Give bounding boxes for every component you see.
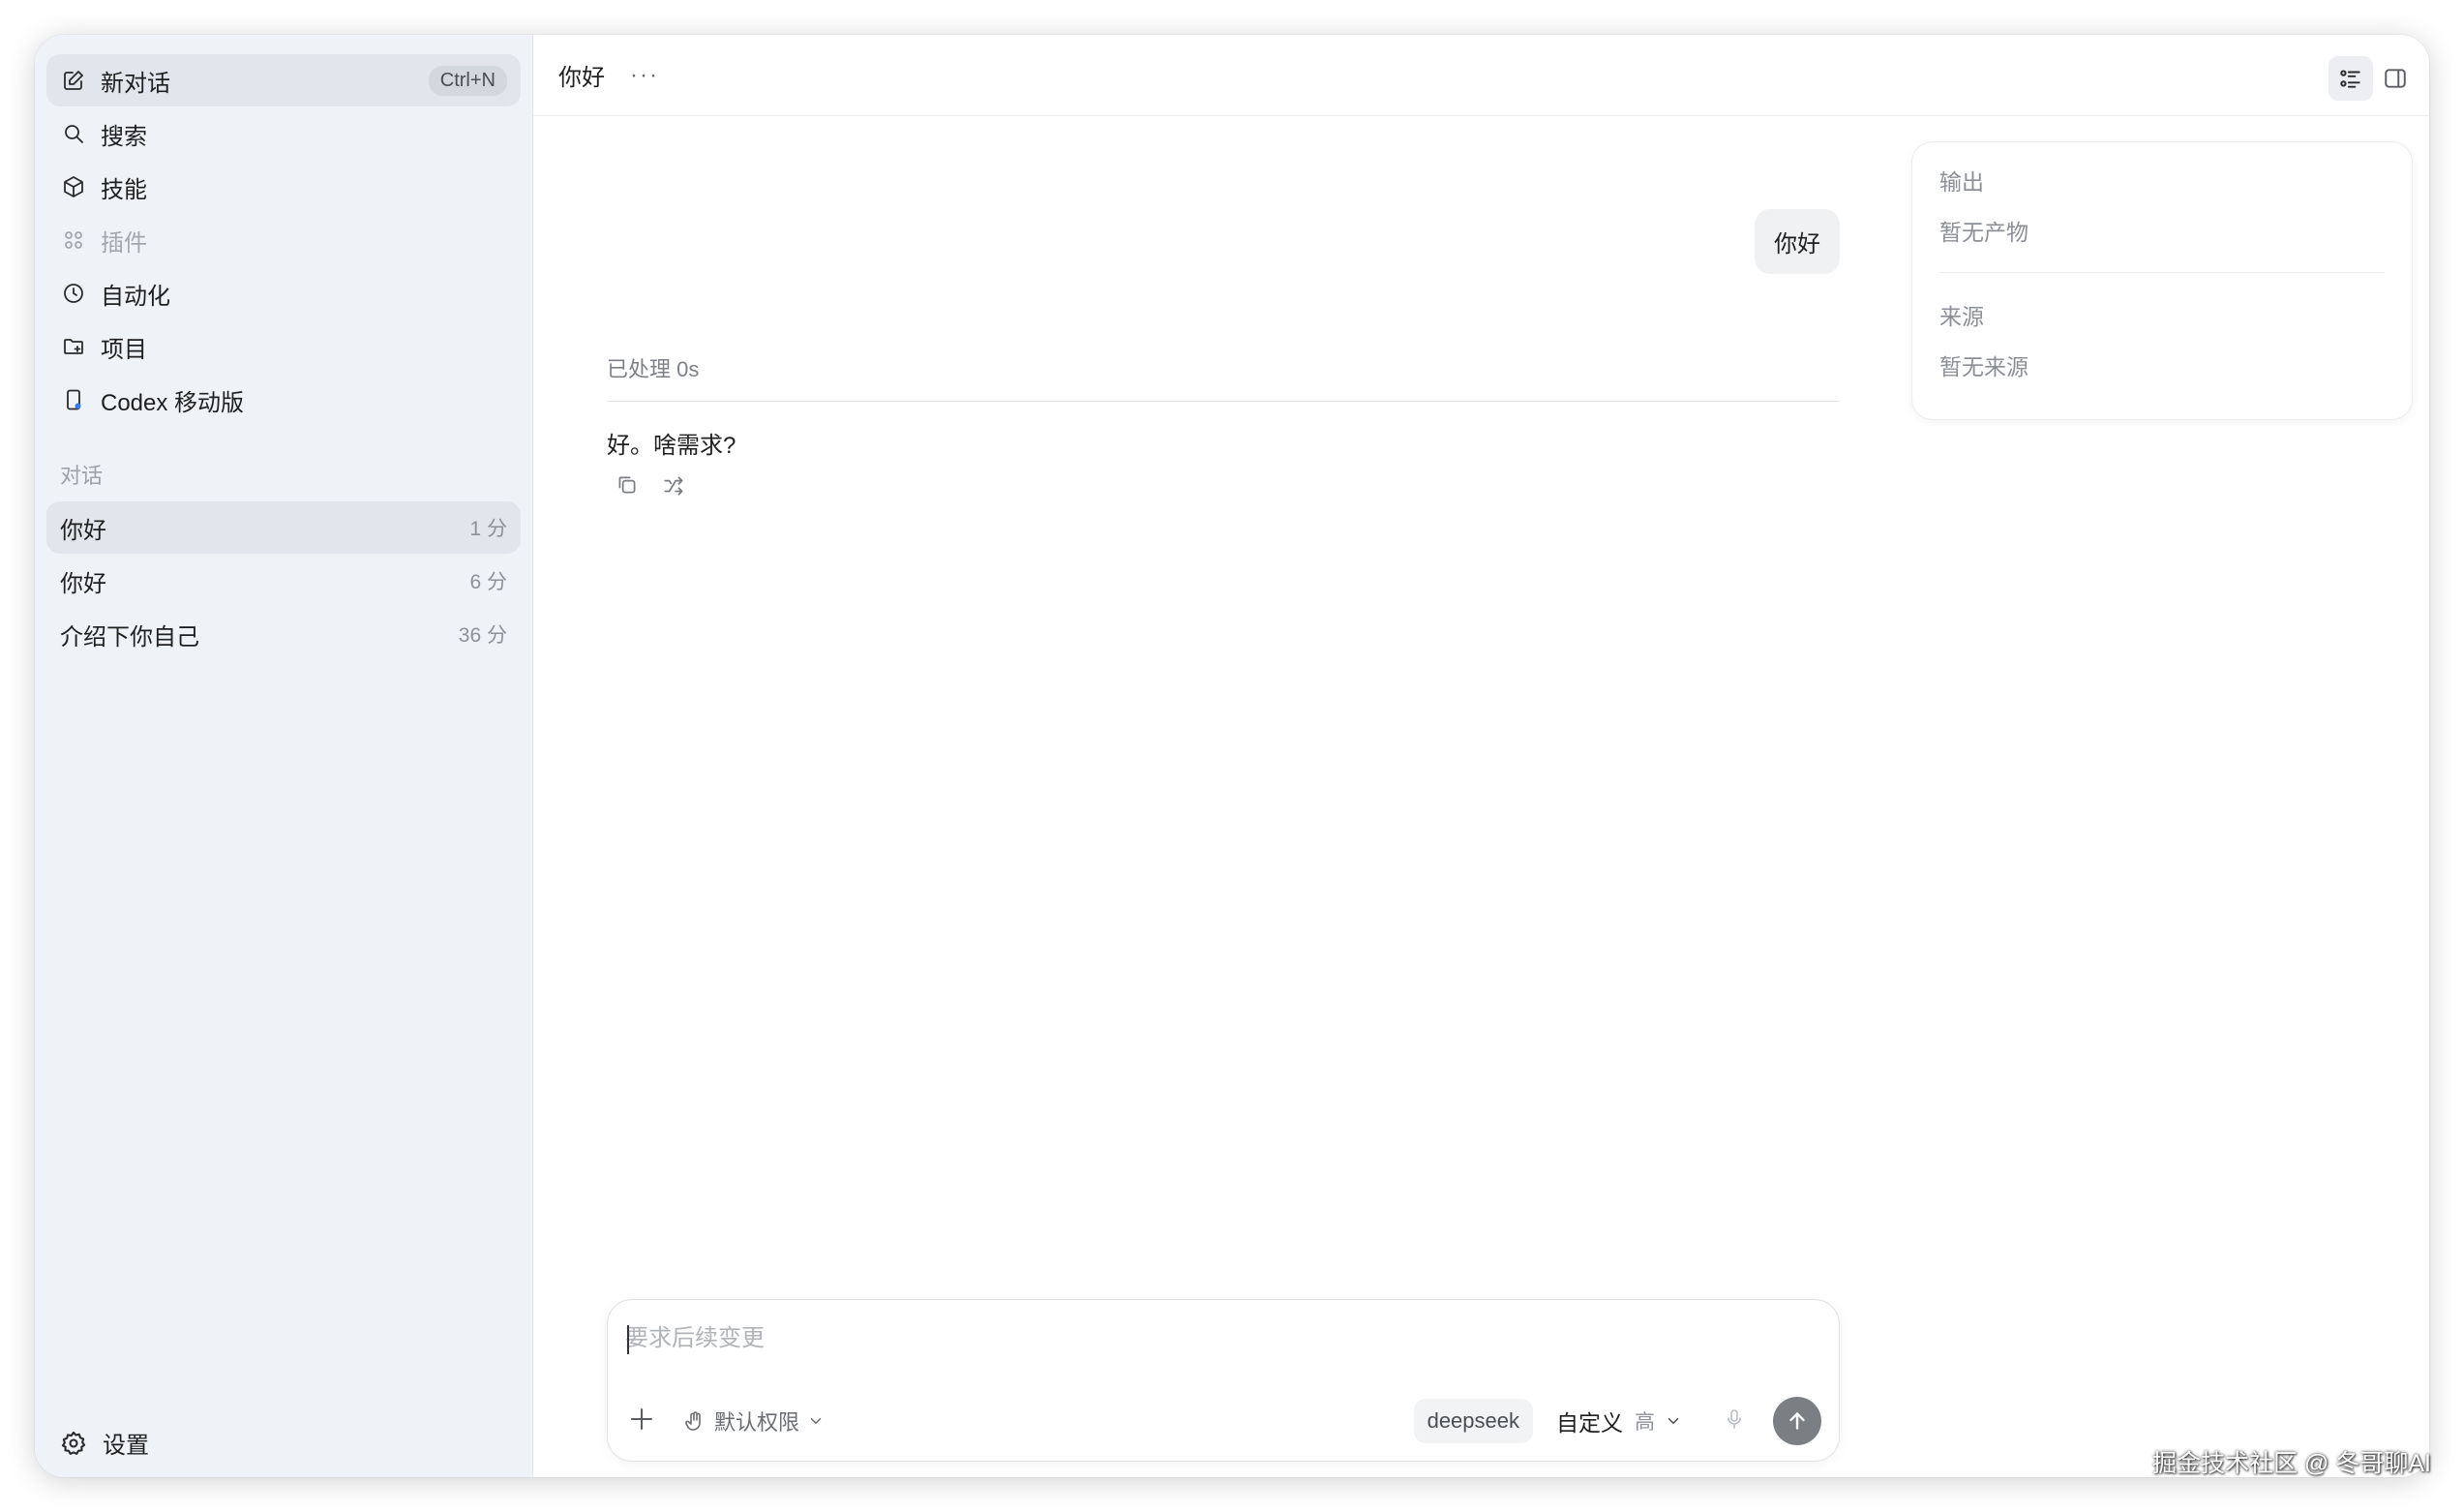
main-area: 你好 ··· 你好 已处理 0s 好。啥需求? 输出 暂无产物 来源 暂无来源 … (532, 35, 2429, 1477)
nav-skills-label: 技能 (101, 176, 147, 203)
topbar: 你好 ··· (533, 35, 2429, 116)
mode-label: 自定义 (1556, 1410, 1623, 1436)
model-selector[interactable]: deepseek (1413, 1399, 1533, 1443)
new-chat-label: 新对话 (101, 70, 170, 97)
conversation-time: 1 分 (469, 518, 507, 540)
nav-codex-mobile-label: Codex 移动版 (101, 389, 245, 416)
message-input[interactable] (625, 1317, 1816, 1360)
edit-icon (60, 67, 87, 94)
plus-icon (631, 1407, 652, 1430)
toggle-panel-button[interactable] (2329, 56, 2373, 101)
settings-button[interactable]: 设置 (60, 1426, 149, 1460)
nav-search-label: 搜索 (101, 123, 147, 150)
nav-skills[interactable]: 技能 (46, 161, 521, 213)
conversation-time: 6 分 (469, 571, 507, 593)
conversations-section-title: 对话 (60, 464, 104, 488)
fork-button[interactable] (661, 472, 686, 502)
sidebar-layout-button[interactable] (2373, 56, 2418, 101)
watermark: 掘金技术社区 @ 冬哥聊AI (2152, 1450, 2431, 1477)
copy-button[interactable] (615, 472, 640, 502)
clock-icon (60, 280, 87, 307)
conversation-title: 介绍下你自己 (60, 623, 199, 650)
attach-button[interactable] (627, 1405, 656, 1438)
permission-dropdown[interactable]: 默认权限 (683, 1406, 825, 1436)
source-empty-text: 暂无来源 (1939, 354, 2028, 379)
grid-icon (60, 227, 87, 254)
voice-input-button[interactable] (1723, 1407, 1746, 1436)
folder-icon (60, 333, 87, 360)
list-icon (2340, 70, 2360, 88)
nav-automation-label: 自动化 (101, 283, 170, 310)
panel-divider (1939, 272, 2385, 273)
permission-label: 默认权限 (714, 1410, 800, 1435)
text-caret (627, 1325, 629, 1354)
chevron-down-icon (1668, 1418, 1679, 1424)
conversation-title: 你好 (60, 517, 106, 544)
composer: 默认权限 deepseek 自定义 高 (607, 1299, 1840, 1462)
nav-automation[interactable]: 自动化 (46, 267, 521, 319)
conversation-time: 36 分 (458, 624, 507, 647)
user-message: 你好 (1755, 209, 1840, 274)
arrow-up-icon (1789, 1412, 1805, 1430)
microphone-icon (1728, 1408, 1741, 1429)
copy-icon (618, 476, 636, 494)
more-options-button[interactable]: ··· (630, 62, 659, 89)
nav-projects[interactable]: 项目 (46, 320, 521, 373)
send-button[interactable] (1773, 1397, 1821, 1445)
app-window: 新对话 Ctrl+N 搜索 技能 插件 自动化 项目 Codex 移动版 对话 … (35, 35, 2429, 1477)
gear-icon (61, 1431, 86, 1455)
effort-level: 高 (1635, 1411, 1655, 1434)
nav-search[interactable]: 搜索 (46, 107, 521, 160)
topbar-actions (2329, 56, 2418, 101)
hand-icon (685, 1411, 701, 1431)
assistant-message: 好。啥需求? (607, 433, 736, 459)
cube-icon (60, 173, 87, 200)
nav-codex-mobile[interactable]: Codex 移动版 (46, 374, 521, 426)
nav-plugins-label: 插件 (101, 229, 147, 257)
sidebar: 新对话 Ctrl+N 搜索 技能 插件 自动化 项目 Codex 移动版 对话 … (35, 35, 532, 1477)
conversation-item[interactable]: 你好 6 分 (46, 555, 521, 607)
processing-status[interactable]: 已处理 0s (607, 352, 1840, 402)
sidebar-layout-icon (2385, 69, 2406, 88)
branch-icon (664, 476, 683, 496)
message-actions (615, 472, 686, 502)
chevron-down-icon (810, 1418, 822, 1424)
conversation-title-header: 你好 (558, 65, 605, 91)
settings-label: 设置 (103, 1433, 149, 1459)
context-panel: 输出 暂无产物 来源 暂无来源 (1911, 141, 2413, 420)
output-title: 输出 (1939, 169, 1984, 195)
search-icon (60, 120, 87, 147)
source-title: 来源 (1939, 304, 1984, 329)
mode-dropdown[interactable]: 自定义 高 (1556, 1405, 1682, 1437)
phone-icon (60, 386, 87, 413)
conversation-title: 你好 (60, 570, 106, 597)
nav-projects-label: 项目 (101, 336, 147, 363)
conversation-item[interactable]: 介绍下你自己 36 分 (46, 608, 521, 660)
output-empty-text: 暂无产物 (1939, 220, 2028, 245)
new-chat-button[interactable]: 新对话 Ctrl+N (46, 54, 521, 106)
shortcut-badge: Ctrl+N (428, 65, 507, 96)
conversation-item[interactable]: 你好 1 分 (46, 501, 521, 554)
composer-toolbar: 默认权限 deepseek 自定义 高 (627, 1395, 1821, 1447)
nav-plugins[interactable]: 插件 (46, 214, 521, 266)
